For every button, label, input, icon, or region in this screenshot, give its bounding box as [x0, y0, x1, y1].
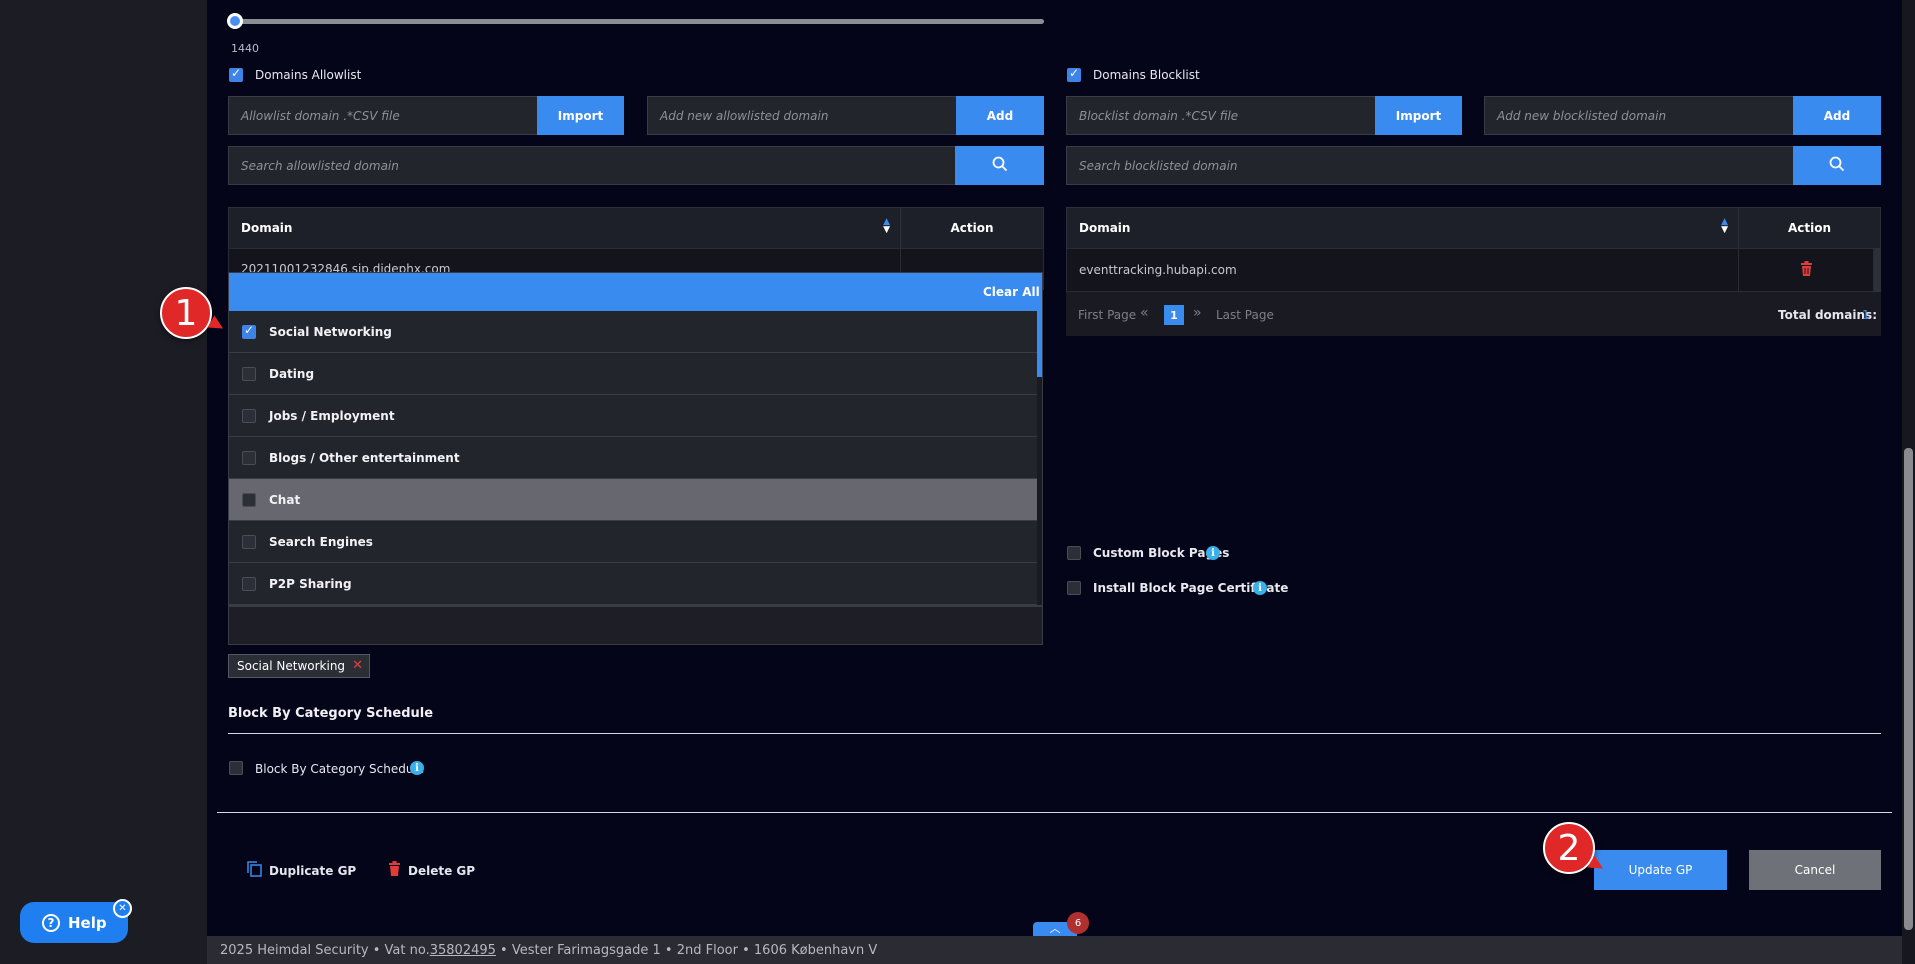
- left-sidebar: [0, 0, 207, 964]
- blocklist-checkbox[interactable]: [1067, 66, 1081, 82]
- trash-icon: [388, 861, 401, 880]
- page-scrollbar-thumb[interactable]: [1904, 448, 1913, 930]
- checkbox[interactable]: [242, 409, 256, 423]
- close-icon[interactable]: ✕: [113, 899, 132, 918]
- footer: 2025 Heimdal Security • Vat no. 35802495…: [207, 936, 1902, 964]
- allowlist-import-input[interactable]: Allowlist domain .*CSV file: [228, 96, 538, 135]
- annotation-marker-1: 1: [160, 287, 212, 339]
- notification-badge[interactable]: 6: [1067, 912, 1089, 934]
- checkbox[interactable]: [242, 535, 256, 549]
- schedule-heading: Block By Category Schedule: [228, 706, 434, 721]
- tag-label: Social Networking: [237, 659, 346, 673]
- blocklist-col-action: Action: [1738, 207, 1881, 249]
- session-slider-handle[interactable]: [227, 13, 243, 29]
- help-button[interactable]: ? Help: [20, 902, 128, 943]
- footer-prefix: 2025 Heimdal Security • Vat no.: [220, 942, 430, 958]
- schedule-label: Block By Category Schedule: [255, 762, 425, 776]
- dropdown-scrollbar-thumb[interactable]: [1037, 311, 1042, 377]
- option-label: Dating: [269, 366, 315, 381]
- checkbox[interactable]: [242, 577, 256, 591]
- blocklist-label: Domains Blocklist: [1093, 68, 1200, 82]
- chevron-right-icon[interactable]: »: [1193, 305, 1202, 321]
- allowlist-label: Domains Allowlist: [255, 68, 362, 82]
- search-icon: [1829, 156, 1845, 176]
- blocklist-col-domain-label: Domain: [1079, 221, 1131, 235]
- copy-icon: [247, 861, 262, 881]
- footer-vat-link[interactable]: 35802495: [430, 943, 496, 958]
- slider-value: 1440: [231, 42, 259, 55]
- allowlist-col-action: Action: [900, 207, 1044, 249]
- sort-icon[interactable]: ▲ ▼: [1721, 218, 1728, 235]
- delete-gp-button[interactable]: Delete GP: [388, 861, 475, 880]
- blocklist-pagination: [1066, 292, 1881, 336]
- checkbox[interactable]: [242, 451, 256, 465]
- checkbox[interactable]: [242, 323, 256, 339]
- category-option-dating[interactable]: Dating: [229, 353, 1037, 395]
- option-label: Jobs / Employment: [269, 408, 395, 423]
- option-label: Search Engines: [269, 534, 373, 549]
- category-option-jobs[interactable]: Jobs / Employment: [229, 395, 1037, 437]
- allowlist-search-button[interactable]: [955, 146, 1044, 185]
- option-label: Blogs / Other entertainment: [269, 450, 460, 465]
- sort-icon[interactable]: ▲ ▼: [883, 218, 890, 235]
- cancel-button[interactable]: Cancel: [1749, 850, 1881, 890]
- category-option-chat[interactable]: Chat: [229, 479, 1037, 521]
- pagination-last[interactable]: Last Page: [1216, 308, 1274, 322]
- allowlist-import-button[interactable]: Import: [537, 96, 624, 135]
- category-option-social-networking[interactable]: Social Networking: [229, 311, 1037, 353]
- delete-gp-label: Delete GP: [408, 863, 476, 878]
- checkbox[interactable]: [242, 493, 256, 507]
- allowlist-add-input[interactable]: Add new allowlisted domain: [647, 96, 957, 135]
- allowlist-search-input[interactable]: Search allowlisted domain: [228, 146, 956, 185]
- duplicate-gp-label: Duplicate GP: [269, 864, 357, 878]
- checkbox[interactable]: [242, 367, 256, 381]
- session-slider-track[interactable]: [234, 19, 1044, 24]
- footer-address: • Vester Farimagsgade 1 • 2nd Floor • 16…: [495, 942, 878, 958]
- chevron-left-icon[interactable]: «: [1140, 305, 1149, 321]
- category-select-input[interactable]: [228, 606, 1043, 645]
- option-label: Social Networking: [269, 324, 392, 339]
- divider: [217, 812, 1892, 813]
- info-icon[interactable]: i: [1206, 546, 1220, 560]
- custom-block-pages-checkbox[interactable]: [1067, 546, 1081, 560]
- pagination-page[interactable]: 1: [1164, 305, 1184, 325]
- pagination-first[interactable]: First Page: [1078, 308, 1136, 322]
- blocklist-table-scrollbar[interactable]: [1874, 248, 1881, 292]
- blocklist-search-button[interactable]: [1793, 146, 1881, 185]
- allowlist-col-domain[interactable]: Domain ▲ ▼: [228, 207, 901, 249]
- help-label: Help: [68, 913, 107, 932]
- allowlist-add-button[interactable]: Add: [956, 96, 1044, 135]
- clear-all-button[interactable]: Clear All: [983, 285, 1040, 299]
- blocklist-row-domain: eventtracking.hubapi.com: [1066, 248, 1739, 292]
- category-option-search-engines[interactable]: Search Engines: [229, 521, 1037, 563]
- divider: [228, 733, 1881, 734]
- category-dropdown-header: [229, 273, 1042, 311]
- blocklist-import-button[interactable]: Import: [1375, 96, 1462, 135]
- search-icon: [992, 156, 1008, 176]
- total-domains-value: 1: [1862, 308, 1870, 322]
- category-option-blogs[interactable]: Blogs / Other entertainment: [229, 437, 1037, 479]
- trash-icon[interactable]: [1800, 261, 1813, 279]
- selected-tag-social-networking: Social Networking ✕: [228, 654, 371, 678]
- option-label: Chat: [269, 492, 301, 507]
- chevron-up-icon: ︿: [1049, 922, 1061, 935]
- schedule-checkbox[interactable]: [229, 761, 243, 775]
- category-option-p2p[interactable]: P2P Sharing: [229, 563, 1037, 605]
- blocklist-row-action[interactable]: [1738, 248, 1874, 292]
- remove-tag-icon[interactable]: ✕: [352, 658, 363, 673]
- info-icon[interactable]: i: [410, 761, 424, 775]
- question-icon: ?: [42, 913, 60, 932]
- option-label: P2P Sharing: [269, 576, 352, 591]
- info-icon[interactable]: i: [1253, 581, 1267, 595]
- allowlist-col-domain-label: Domain: [241, 221, 293, 235]
- update-gp-button[interactable]: Update GP: [1594, 850, 1727, 890]
- blocklist-search-input[interactable]: Search blocklisted domain: [1066, 146, 1794, 185]
- blocklist-col-domain[interactable]: Domain ▲ ▼: [1066, 207, 1739, 249]
- duplicate-gp-button[interactable]: Duplicate GP: [247, 861, 356, 881]
- blocklist-import-input[interactable]: Blocklist domain .*CSV file: [1066, 96, 1376, 135]
- blocklist-add-button[interactable]: Add: [1793, 96, 1881, 135]
- blocklist-add-input[interactable]: Add new blocklisted domain: [1484, 96, 1794, 135]
- allowlist-checkbox[interactable]: [229, 66, 243, 82]
- install-cert-checkbox[interactable]: [1067, 581, 1081, 595]
